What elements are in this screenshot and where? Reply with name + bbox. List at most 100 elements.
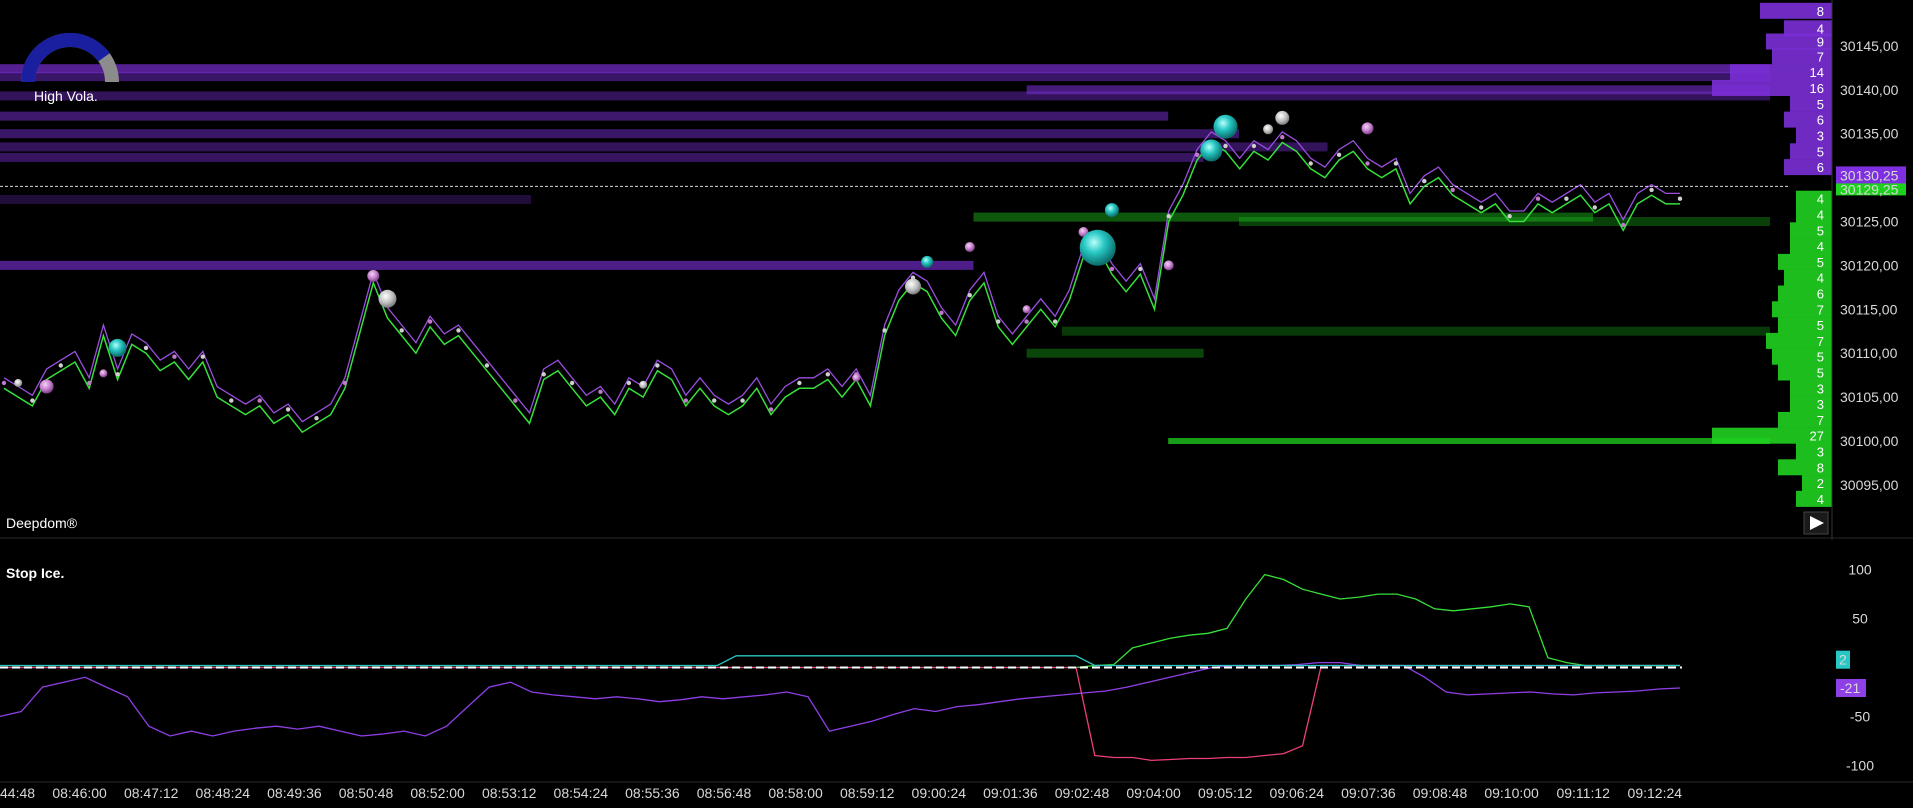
trade-bubble xyxy=(378,289,397,308)
play-button[interactable] xyxy=(1803,511,1829,535)
profile-bar xyxy=(1796,443,1832,460)
profile-bar xyxy=(1790,238,1832,255)
profile-count: 6 xyxy=(1817,113,1824,128)
trade-dot xyxy=(484,363,490,368)
trade-bubble xyxy=(39,379,54,394)
trade-dot xyxy=(30,398,35,403)
profile-count: 27 xyxy=(1810,429,1824,444)
profile-count: 8 xyxy=(1817,460,1824,475)
gauge-label: High Vola. xyxy=(34,88,98,104)
profile-count: 8 xyxy=(1817,4,1824,19)
trade-dot xyxy=(939,310,944,315)
profile-bar xyxy=(1796,490,1832,507)
price-tick: 30140,00 xyxy=(1840,82,1899,98)
trade-dot xyxy=(1109,266,1115,272)
trade-dot xyxy=(399,328,404,333)
profile-bar xyxy=(1790,222,1832,239)
trade-dot xyxy=(1450,187,1455,193)
trade-bubble xyxy=(14,379,23,387)
profile-count: 5 xyxy=(1817,223,1824,238)
price-tick: 30115,00 xyxy=(1840,301,1898,317)
stop-value-label: -21 xyxy=(1840,680,1860,696)
trade-dot xyxy=(58,363,63,368)
trading-chart-window: 8 4 9 7 14 16 5 6 3 5 6 4 4 5 4 5 4 6 7 5 7 5 5 3 3 7 27 3 8 2 4 30145… xyxy=(0,0,1913,803)
trade-dot xyxy=(456,328,461,333)
price-tick: 30120,00 xyxy=(1840,257,1899,273)
profile-count: 16 xyxy=(1810,81,1824,96)
profile-count: 5 xyxy=(1817,144,1824,159)
profile-count: 4 xyxy=(1817,492,1824,507)
trade-dot xyxy=(1223,143,1228,149)
trade-dot xyxy=(882,328,887,333)
chart-canvas[interactable]: 8497141656356445454675755337273824 30145… xyxy=(0,0,1913,803)
trade-bubble xyxy=(1200,139,1223,162)
time-tick: 08:53:12 xyxy=(482,785,537,801)
trade-dot xyxy=(740,398,745,403)
profile-count: 4 xyxy=(1817,271,1824,286)
trade-dot xyxy=(712,398,717,403)
heatmap-row xyxy=(0,142,1328,152)
trade-dot xyxy=(1024,319,1029,324)
heatmap-row xyxy=(0,129,1239,139)
trade-dot xyxy=(115,372,120,377)
profile-count: 14 xyxy=(1810,65,1824,80)
profile-count: 5 xyxy=(1817,350,1824,365)
time-tick: 09:04:00 xyxy=(1126,785,1181,801)
time-tick: 08:47:12 xyxy=(124,785,179,801)
stop-tick: -50 xyxy=(1850,708,1870,724)
time-tick: 09:11:12 xyxy=(1556,785,1610,801)
trade-bubble xyxy=(99,369,108,378)
trade-dot xyxy=(1280,135,1285,140)
orderbook-heatmap xyxy=(0,64,1770,444)
time-tick: 09:02:48 xyxy=(1055,785,1110,801)
profile-bar xyxy=(1784,269,1832,286)
trade-dot xyxy=(1251,143,1257,149)
heatmap-row xyxy=(1026,348,1204,358)
heatmap-row xyxy=(0,260,974,270)
trade-dot xyxy=(1166,214,1171,219)
trade-bubble xyxy=(1275,110,1290,125)
time-axis: 44:48 08:46:00 08:47:12 08:48:24 08:49:36 08:… xyxy=(0,785,1682,801)
trade-dot xyxy=(1564,196,1569,201)
trade-bubble xyxy=(964,242,975,252)
stop-tick: 50 xyxy=(1852,611,1868,627)
trade-dot xyxy=(1365,161,1370,166)
trade-dot xyxy=(1677,196,1683,201)
profile-bar xyxy=(1784,159,1832,176)
profile-count: 6 xyxy=(1817,160,1824,175)
trade-dot xyxy=(1479,205,1484,210)
stop-panel-title: Stop Ice. xyxy=(6,565,64,581)
trade-dot xyxy=(768,407,774,412)
heatmap-row xyxy=(0,111,1169,121)
time-tick: 09:05:12 xyxy=(1198,785,1253,801)
heatmap-row xyxy=(0,152,1204,162)
trade-dot xyxy=(1592,205,1598,210)
trade-bubble xyxy=(1163,260,1174,271)
trade-dot xyxy=(200,354,205,359)
price-tick: 30125,00 xyxy=(1840,214,1899,230)
trade-bubble xyxy=(367,269,380,282)
main-panel-title: Deepdom® xyxy=(6,515,78,531)
trade-dot xyxy=(342,380,348,386)
profile-count: 4 xyxy=(1817,208,1824,223)
profile-count: 7 xyxy=(1817,413,1824,428)
profile-count: 7 xyxy=(1817,302,1824,317)
price-lines xyxy=(0,131,1790,434)
profile-count: 3 xyxy=(1817,445,1824,460)
stop-series-purple xyxy=(0,661,1681,737)
time-tick: 09:12:24 xyxy=(1628,785,1683,801)
trade-dot xyxy=(626,380,632,386)
trade-bubble xyxy=(1079,229,1116,266)
profile-bar xyxy=(1790,380,1832,397)
profile-bar xyxy=(1796,206,1832,223)
heatmap-row xyxy=(1168,438,1770,444)
trade-bubble xyxy=(1104,203,1119,218)
stop-ice-panel: 100 50 -50 -100 2 -21 xyxy=(0,562,1874,773)
heatmap-row xyxy=(0,72,1770,82)
profile-count: 9 xyxy=(1817,35,1824,50)
volume-profile: 8497141656356445454675755337273824 xyxy=(1712,2,1832,507)
time-tick: 08:56:48 xyxy=(697,785,752,801)
trade-dot xyxy=(314,416,319,421)
trade-bubble xyxy=(108,338,127,357)
trade-dot xyxy=(1308,161,1313,166)
